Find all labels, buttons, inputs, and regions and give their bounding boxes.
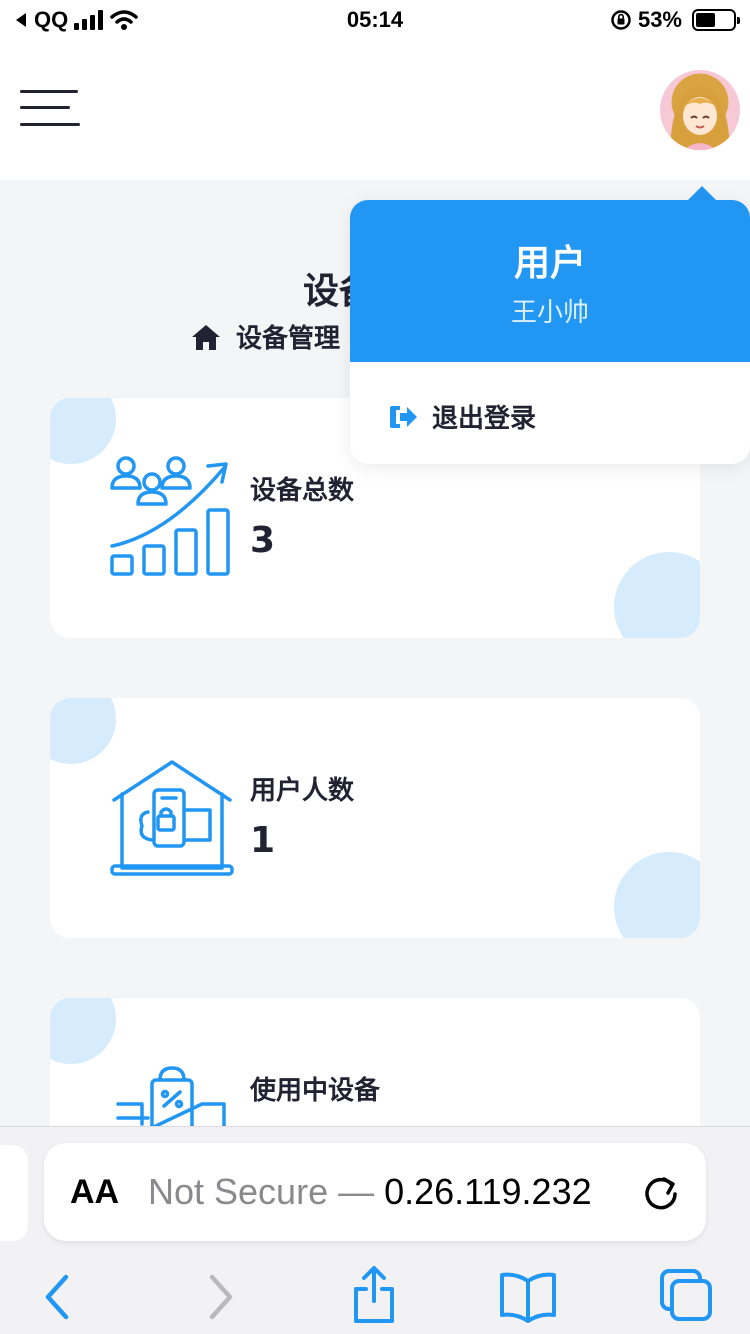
address-bar[interactable]: AA Not Secure — 0.26.119.232 [44,1143,706,1241]
orientation-lock-icon [611,10,631,30]
breadcrumb: 设备管理 [190,318,340,355]
forward-icon[interactable] [190,1265,250,1325]
card-label: 使用中设备 [250,1076,381,1106]
home-icon[interactable] [190,323,222,351]
browser-nav-toolbar [0,1255,750,1334]
card-decoration [50,998,116,1064]
battery-percent: 53% [637,7,682,32]
dropdown-caret [688,186,716,200]
reload-icon[interactable] [640,1171,682,1213]
hamburger-menu-icon[interactable] [20,90,80,128]
growth-chart-icon [110,456,230,576]
card-decoration [50,698,116,764]
card-label: 用户人数 [250,776,355,806]
sign-out-icon [390,405,417,428]
card-value: 1 [250,820,276,861]
reader-settings-button[interactable]: AA [70,1173,119,1212]
breadcrumb-current[interactable]: 设备管理 [236,318,340,355]
url-security-label: Not Secure — [148,1171,385,1212]
dropdown-header: 用户 王小帅 [350,200,750,362]
status-bar: QQ 05:14 53% [0,0,750,40]
card-value: 3 [250,520,276,561]
user-name: 王小帅 [510,298,589,328]
user-avatar[interactable] [660,70,740,150]
battery-fill [696,13,716,27]
user-role: 用户 [513,243,586,284]
url-text[interactable]: Not Secure — 0.26.119.232 [148,1171,628,1213]
logout-label: 退出登录 [432,404,537,434]
previous-tab-pill[interactable] [0,1145,28,1241]
bookmarks-icon[interactable] [498,1265,558,1325]
back-icon[interactable] [28,1265,88,1325]
avatar-illustration-icon [670,86,730,150]
card-decoration [614,852,700,938]
user-dropdown: 用户 王小帅 退出登录 [350,200,750,464]
stat-card-user-count[interactable]: 用户人数 1 [50,698,700,938]
aa-label: AA [70,1173,120,1211]
logout-button[interactable]: 退出登录 [388,398,536,435]
url-host: 0.26.119.232 [384,1171,592,1212]
card-label: 设备总数 [250,476,355,506]
status-right: 53% [610,7,740,33]
tabs-icon[interactable] [654,1265,714,1325]
card-decoration [614,552,700,638]
browser-toolbar: AA Not Secure — 0.26.119.232 [0,1126,750,1334]
share-icon[interactable] [344,1265,404,1325]
battery-icon [692,9,740,31]
app-header [0,40,750,180]
smart-home-icon [110,760,234,876]
card-decoration [50,398,116,464]
